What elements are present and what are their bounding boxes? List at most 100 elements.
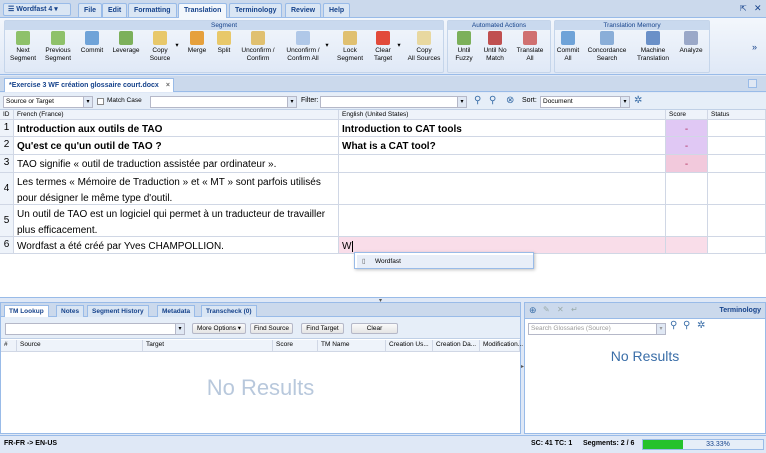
collapse-ribbon-icon[interactable]: ⇱ bbox=[740, 4, 747, 13]
text-cursor bbox=[352, 241, 354, 252]
segment-target[interactable]: What is a CAT tool? bbox=[339, 137, 666, 154]
header-score[interactable]: Score bbox=[666, 110, 708, 120]
segment-target[interactable]: Introduction to CAT tools bbox=[339, 120, 666, 136]
tab-metadata[interactable]: Metadata bbox=[157, 305, 196, 317]
document-tab-strip: *Exercise 3 WF création glossaire court.… bbox=[0, 76, 766, 92]
split-button[interactable]: Split bbox=[212, 31, 236, 55]
commit-button[interactable]: Commit bbox=[79, 31, 105, 55]
terminology-header: ⊕ ✎ ✕ ↵ Terminology bbox=[525, 303, 765, 319]
translate-all-button[interactable]: Translate All bbox=[513, 31, 547, 63]
segment-row[interactable]: 5 Un outil de TAO est un logiciel qui pe… bbox=[0, 205, 766, 237]
segment-row[interactable]: 1 Introduction aux outils de TAO Introdu… bbox=[0, 120, 766, 137]
filter-input[interactable]: ▾ bbox=[320, 96, 467, 108]
tm-search-input[interactable]: ▾ bbox=[5, 323, 185, 335]
until-fuzzy-button[interactable]: Until Fuzzy bbox=[451, 31, 477, 63]
merge-button[interactable]: Merge bbox=[184, 31, 210, 55]
group-title: Automated Actions bbox=[448, 21, 550, 30]
add-term-icon[interactable]: ⊕ bbox=[529, 305, 537, 316]
tab-edit[interactable]: Edit bbox=[102, 3, 128, 17]
segment-status bbox=[708, 120, 766, 136]
unconfirm-confirm-all-button[interactable]: Unconfirm / Confirm All bbox=[282, 31, 324, 63]
segment-row[interactable]: 3 TAO signifie « outil de traduction ass… bbox=[0, 155, 766, 173]
delete-icon[interactable]: ✕ bbox=[557, 305, 564, 314]
tab-terminology[interactable]: Terminology bbox=[229, 3, 283, 17]
col-score[interactable]: Score bbox=[273, 340, 318, 352]
segment-row[interactable]: 4 Les termes « Mémoire de Traduction » e… bbox=[0, 173, 766, 205]
col-modification[interactable]: Modification... bbox=[480, 340, 523, 352]
sort-select[interactable]: Document ▾ bbox=[540, 96, 630, 108]
copy-source-dropdown-icon[interactable]: ▾ bbox=[174, 42, 180, 50]
lock-segment-button[interactable]: Lock Segment bbox=[334, 31, 366, 63]
clear-target-dropdown-icon[interactable]: ▾ bbox=[396, 42, 402, 50]
until-no-match-button[interactable]: Until No Match bbox=[480, 31, 510, 63]
tab-help[interactable]: Help bbox=[323, 3, 351, 17]
maximize-icon[interactable] bbox=[748, 79, 757, 88]
document-tab[interactable]: *Exercise 3 WF création glossaire court.… bbox=[4, 78, 174, 92]
segment-target[interactable] bbox=[339, 205, 666, 236]
glossary-search-input[interactable]: Search Glossaries (Source) ▾ bbox=[528, 323, 666, 335]
tab-transcheck[interactable]: Transcheck (0) bbox=[201, 305, 257, 317]
commit-all-button[interactable]: Commit All bbox=[556, 31, 580, 63]
segment-row[interactable]: 2 Qu'est ce qu'un outil de TAO ? What is… bbox=[0, 137, 766, 155]
header-status[interactable]: Status bbox=[708, 110, 766, 120]
leverage-button[interactable]: Leverage bbox=[110, 31, 142, 55]
header-source[interactable]: French (France) bbox=[14, 110, 339, 120]
search-icon[interactable]: ⚲ bbox=[670, 320, 677, 331]
clear-button[interactable]: Clear bbox=[351, 323, 398, 334]
segment-score: - bbox=[666, 137, 708, 154]
tab-formatting[interactable]: Formatting bbox=[128, 3, 177, 17]
unconfirm-dropdown-icon[interactable]: ▾ bbox=[324, 42, 330, 50]
find-source-button[interactable]: Find Source bbox=[250, 323, 293, 334]
unconfirm-icon bbox=[251, 31, 265, 45]
tab-segment-history[interactable]: Segment History bbox=[87, 305, 149, 317]
gear-icon[interactable]: ✲ bbox=[634, 95, 642, 106]
col-creation-user[interactable]: Creation Us... bbox=[386, 340, 433, 352]
advanced-search-icon[interactable]: ⚲ bbox=[489, 95, 496, 106]
previous-segment-button[interactable]: Previous Segment bbox=[42, 31, 74, 63]
advanced-search-icon[interactable]: ⚲ bbox=[683, 320, 690, 331]
insert-icon[interactable]: ↵ bbox=[571, 305, 578, 314]
segment-target[interactable] bbox=[339, 155, 666, 172]
col-number[interactable]: # bbox=[1, 340, 17, 352]
unconfirm-confirm-button[interactable]: Unconfirm / Confirm bbox=[238, 31, 278, 63]
autocomplete-item[interactable]: ▯ Wordfast bbox=[357, 255, 533, 268]
copy-all-sources-button[interactable]: Copy All Sources bbox=[406, 31, 442, 63]
col-tm-name[interactable]: TM Name bbox=[318, 340, 386, 352]
analyze-button[interactable]: Analyze bbox=[676, 31, 706, 55]
header-target[interactable]: English (United States) bbox=[339, 110, 666, 120]
segment-target[interactable] bbox=[339, 173, 666, 204]
translate-all-icon bbox=[523, 31, 537, 45]
clear-filter-icon[interactable]: ⊗ bbox=[506, 95, 514, 106]
search-input[interactable]: ▾ bbox=[150, 96, 297, 108]
tab-translation[interactable]: Translation bbox=[178, 3, 228, 18]
close-tab-icon[interactable]: × bbox=[166, 79, 170, 92]
col-creation-date[interactable]: Creation Da... bbox=[433, 340, 480, 352]
commit-all-icon bbox=[561, 31, 575, 45]
ribbon-overflow-icon[interactable]: » bbox=[752, 42, 757, 52]
edit-icon[interactable]: ✎ bbox=[543, 305, 550, 314]
scope-select[interactable]: Source or Target ▾ bbox=[3, 96, 93, 108]
clear-target-button[interactable]: Clear Target bbox=[370, 31, 396, 63]
search-icon[interactable]: ⚲ bbox=[474, 95, 481, 106]
app-menu-button[interactable]: ☰ Wordfast 4 ▾ bbox=[3, 3, 71, 16]
lock-icon bbox=[343, 31, 357, 45]
concordance-search-button[interactable]: Concordance Search bbox=[584, 31, 630, 63]
tab-file[interactable]: File bbox=[78, 3, 103, 17]
tab-notes[interactable]: Notes bbox=[56, 305, 85, 317]
tab-tm-lookup[interactable]: TM Lookup bbox=[4, 305, 49, 317]
terminology-empty-message: No Results bbox=[610, 348, 680, 364]
col-target[interactable]: Target bbox=[143, 340, 273, 352]
gear-icon[interactable]: ✲ bbox=[697, 320, 705, 331]
copy-source-button[interactable]: Copy Source bbox=[147, 31, 173, 63]
header-id[interactable]: ID bbox=[0, 110, 14, 120]
col-source[interactable]: Source bbox=[17, 340, 143, 352]
chevron-down-icon: ▾ bbox=[175, 324, 184, 334]
find-target-button[interactable]: Find Target bbox=[301, 323, 344, 334]
machine-translation-button[interactable]: Machine Translation bbox=[633, 31, 673, 63]
close-icon[interactable]: ✕ bbox=[754, 3, 762, 14]
next-segment-button[interactable]: Next Segment bbox=[8, 31, 38, 63]
segment-target-editor[interactable]: W bbox=[339, 237, 666, 253]
more-options-button[interactable]: More Options ▾ bbox=[192, 323, 246, 334]
tab-review[interactable]: Review bbox=[285, 3, 322, 17]
match-case-checkbox[interactable] bbox=[97, 98, 104, 105]
